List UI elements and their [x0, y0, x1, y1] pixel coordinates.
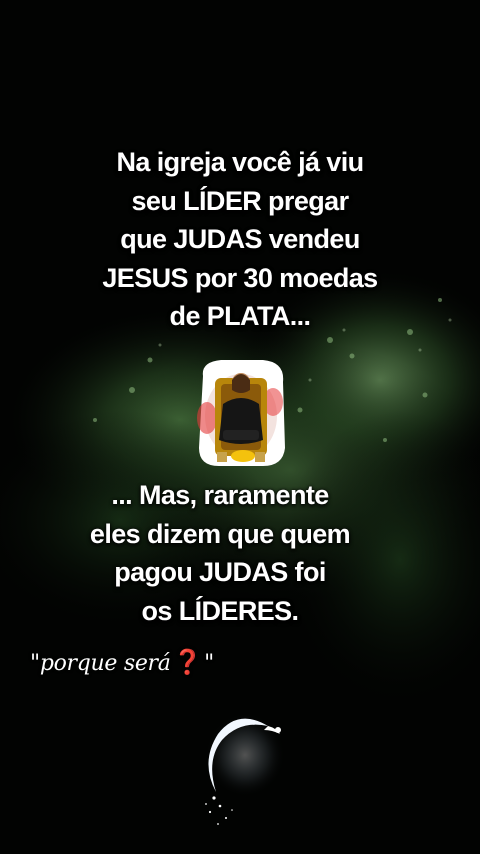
question-caption: "porque será❓": [30, 648, 214, 676]
man-on-throne-sticker: [197, 360, 285, 466]
top-caption: Na igreja você já viu seu LÍDER pregar q…: [40, 143, 440, 336]
red-question-mark-icon: ❓: [172, 648, 203, 676]
caption-line: que JUDAS vendeu: [120, 224, 360, 254]
caption-line: os LÍDERES.: [141, 595, 300, 626]
caption-line: pagou JUDAS foi: [114, 557, 326, 587]
bottom-caption: ... Mas, raramente eles dizem que quem p…: [60, 476, 380, 630]
question-close-quote: ": [204, 651, 214, 676]
caption-line: Na igreja você já viu: [116, 147, 364, 177]
caption-line: seu LÍDER pregar: [131, 185, 350, 216]
caption-line: de PLATA...: [169, 301, 312, 331]
caption-line: JESUS por 30 moedas: [102, 262, 378, 293]
caption-line: eles dizem que quem: [89, 518, 351, 549]
question-text: "porque será: [30, 651, 171, 676]
crescent-moon-sparkle-icon: [205, 713, 285, 825]
caption-line: ... Mas, raramente: [111, 480, 329, 510]
